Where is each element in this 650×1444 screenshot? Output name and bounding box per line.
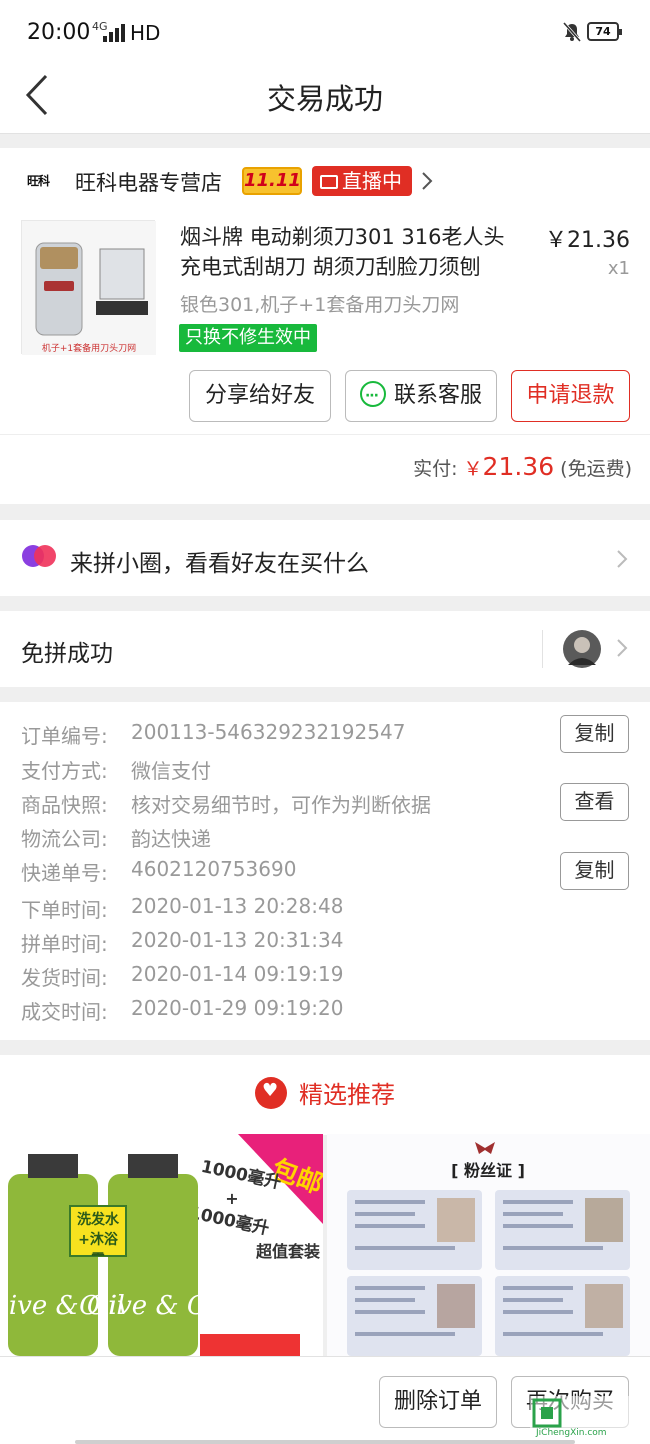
status-bar: 20:00 4G HD 74 <box>0 0 650 62</box>
live-label: 直播中 <box>342 169 402 193</box>
divider <box>0 434 650 435</box>
order-no-label: 订单编号: <box>21 724 108 748</box>
paid-value: 21.36 <box>482 452 555 481</box>
product-quantity: x1 <box>607 258 630 279</box>
snapshot-label: 商品快照: <box>21 793 108 817</box>
recommend-item-fan-card[interactable]: [ 粉丝证 ] <box>327 1134 650 1356</box>
order-time-label: 下单时间: <box>21 898 108 922</box>
page-title: 交易成功 <box>266 82 383 116</box>
home-indicator <box>75 1440 575 1444</box>
paid-amount: 实付: ￥21.36 (免运费) <box>413 452 632 481</box>
double-eleven-badge: 11.11 <box>242 167 302 195</box>
brand-right: Olive & Oil <box>79 1291 225 1321</box>
signal-icon <box>103 24 125 42</box>
promo-sub: 超值套装 <box>255 1242 320 1261</box>
circle-text[interactable]: 来拼小圈，看看好友在买什么 <box>70 544 369 578</box>
copy-order-no-button[interactable]: 复制 <box>560 715 629 753</box>
fan-card-image: [ 粉丝证 ] <box>327 1134 650 1356</box>
refund-button[interactable]: 申请退款 <box>511 370 630 422</box>
share-button[interactable]: 分享给好友 <box>189 370 331 422</box>
thumb-caption: 机子+1套备用刀头刀网 <box>42 342 136 354</box>
store-logo: 旺科 <box>26 174 50 188</box>
store-name[interactable]: 旺科电器专营店 <box>75 167 222 197</box>
watermark: JiChengXin.com <box>530 1396 648 1440</box>
shaver-image: 机子+1套备用刀头刀网 <box>22 221 156 355</box>
shampoo-image: 包邮 1000毫升 + 1000毫升 超值套装 洗发水+沐浴露 Olive & … <box>0 1134 323 1356</box>
recommend-title: 精选推荐 <box>0 1075 650 1110</box>
nav-bar: 交易成功 <box>0 62 650 134</box>
logistics-value: 韵达快递 <box>131 827 211 851</box>
contact-label: 联系客服 <box>393 383 482 408</box>
watermark-text: JiChengXin.com <box>536 1428 607 1438</box>
product-thumbnail[interactable]: 机子+1套备用刀头刀网 <box>21 220 156 355</box>
shipping-note: (免运费) <box>560 458 632 480</box>
pay-method-label: 支付方式: <box>21 759 108 783</box>
chevron-right-icon[interactable] <box>615 547 629 571</box>
chevron-right-icon[interactable] <box>420 169 434 193</box>
live-icon <box>320 175 338 189</box>
hd-indicator: HD <box>130 21 161 45</box>
pay-method-value: 微信支付 <box>131 759 211 783</box>
chat-icon <box>359 371 386 421</box>
divider <box>542 630 543 668</box>
fan-card-heading: [ 粉丝证 ] <box>451 1161 525 1180</box>
promo-plus: + <box>225 1189 238 1208</box>
chevron-right-icon[interactable] <box>615 636 629 660</box>
view-snapshot-button[interactable]: 查看 <box>560 783 629 821</box>
live-badge[interactable]: 直播中 <box>312 166 412 196</box>
tracking-value: 4602120753690 <box>131 857 297 881</box>
ship-time-label: 发货时间: <box>21 966 108 990</box>
watermark-logo-icon <box>532 1398 562 1428</box>
group-status: 免拼成功 <box>21 641 113 667</box>
circle-logo-icon <box>22 545 56 567</box>
bottle-label: 洗发水+沐浴露 <box>77 1212 119 1256</box>
avatar[interactable] <box>562 629 602 669</box>
delete-order-button[interactable]: 删除订单 <box>379 1376 497 1428</box>
recommend-title-text: 精选推荐 <box>299 1081 395 1109</box>
group-time-label: 拼单时间: <box>21 932 108 956</box>
order-time-value: 2020-01-13 20:28:48 <box>131 894 344 918</box>
product-spec: 银色301,机子+1套备用刀头刀网 <box>180 294 460 316</box>
contact-service-button[interactable]: 联系客服 <box>345 370 497 422</box>
recommend-item-shampoo[interactable]: 包邮 1000毫升 + 1000毫升 超值套装 洗发水+沐浴露 Olive & … <box>0 1134 323 1356</box>
copy-tracking-button[interactable]: 复制 <box>560 852 629 890</box>
paid-currency: ￥ <box>463 458 483 480</box>
ship-time-value: 2020-01-14 09:19:19 <box>131 962 344 986</box>
deal-time-value: 2020-01-29 09:19:20 <box>131 996 344 1020</box>
deal-time-label: 成交时间: <box>21 1000 108 1024</box>
product-price: ￥21.36 <box>545 228 630 253</box>
tracking-label: 快递单号: <box>21 861 108 885</box>
snapshot-value: 核对交易细节时，可作为判断依据 <box>131 793 431 817</box>
battery-icon: 74 <box>587 22 622 41</box>
order-no-value: 200113-546329232192547 <box>131 720 406 744</box>
product-title[interactable]: 烟斗牌 电动剃须刀301 316老人头充电式刮胡刀 胡须刀刮脸刀须刨 <box>180 222 520 282</box>
heart-icon <box>255 1077 287 1109</box>
service-tag: 只换不修生效中 <box>179 324 317 352</box>
paid-label: 实付: <box>413 458 464 480</box>
logistics-label: 物流公司: <box>21 827 108 851</box>
clock: 20:00 <box>27 20 91 45</box>
group-time-value: 2020-01-13 20:31:34 <box>131 928 344 952</box>
mute-icon <box>562 22 582 42</box>
